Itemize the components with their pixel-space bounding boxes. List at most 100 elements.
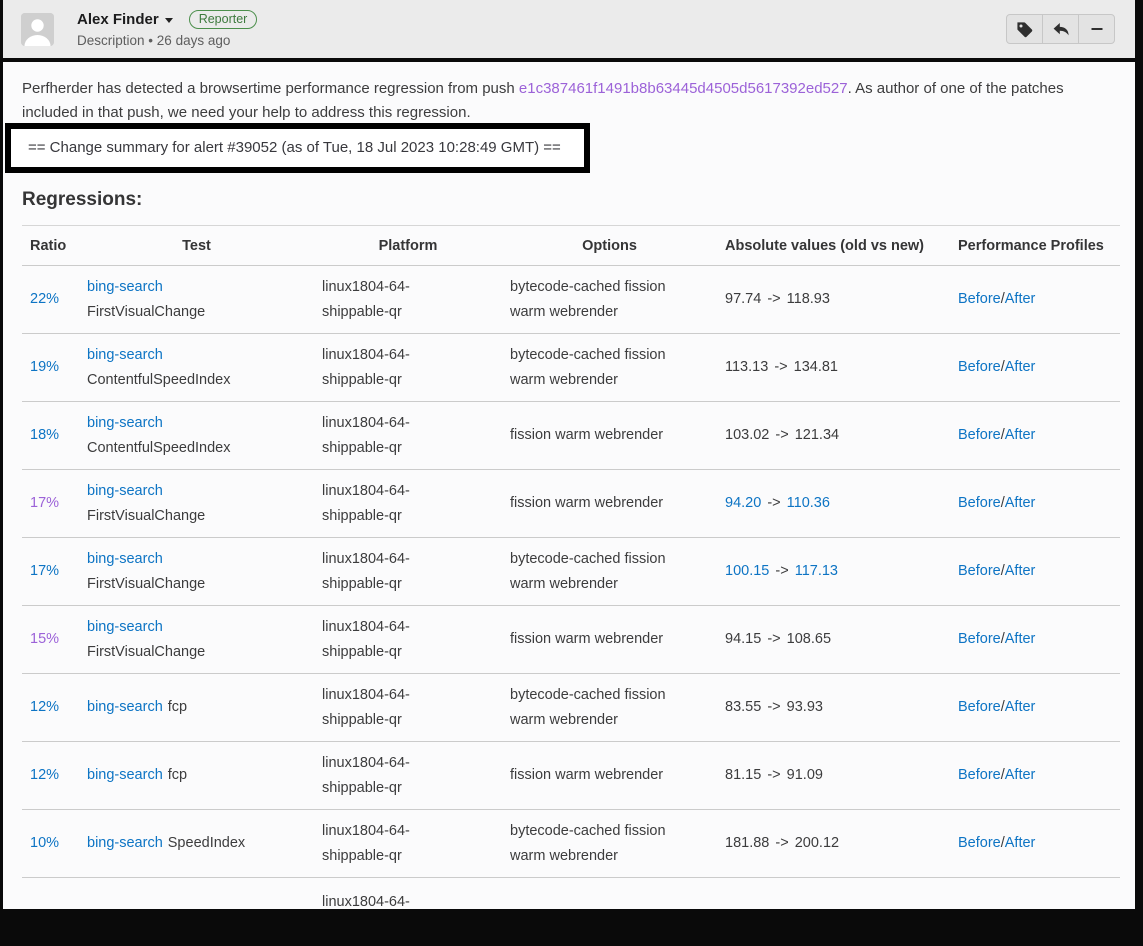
options-line-1: fission warm webrender — [510, 491, 717, 516]
platform-line-2: shippable-qr — [322, 844, 502, 869]
before-link[interactable]: Before — [958, 427, 1001, 443]
profiles-cell: Before/After — [950, 810, 1120, 878]
comment-actions — [1006, 14, 1115, 44]
new-value: 134.81 — [794, 359, 838, 375]
platform-line-1: linux1804-64- — [322, 615, 502, 640]
ratio-link[interactable]: 17% — [30, 563, 59, 579]
after-link[interactable]: After — [1005, 699, 1036, 715]
platform-line-1: linux1804-64- — [322, 890, 502, 915]
platform-cell: linux1804-64- shippable-qr — [314, 742, 502, 810]
before-link[interactable]: Before — [958, 563, 1001, 579]
platform-line-2: shippable-qr — [322, 708, 502, 733]
test-link[interactable]: bing-search — [87, 279, 163, 295]
profiles-cell: Before/After — [950, 606, 1120, 674]
old-value: 113.13 — [725, 359, 768, 375]
description-paragraph: Perfherder has detected a browsertime pe… — [22, 77, 1120, 125]
platform-line-1: linux1804-64- — [322, 275, 502, 300]
old-value[interactable]: 100.15 — [725, 563, 769, 579]
test-link[interactable]: bing-search — [87, 483, 163, 499]
before-link[interactable]: Before — [958, 359, 1001, 375]
ratio-link[interactable]: 10% — [30, 835, 59, 851]
ratio-link[interactable]: 18% — [30, 427, 59, 443]
new-value: 93.93 — [787, 699, 823, 715]
comment-meta: Description • 26 days ago — [77, 33, 257, 48]
comment-timestamp[interactable]: 26 days ago — [157, 33, 231, 48]
meta-separator: • — [148, 33, 153, 48]
platform-line-2: shippable-qr — [322, 436, 502, 461]
before-link[interactable]: Before — [958, 495, 1001, 511]
after-link[interactable]: After — [1005, 767, 1036, 783]
after-link[interactable]: After — [1005, 495, 1036, 511]
push-link[interactable]: e1c387461f1491b8b63445d4505d5617392ed527 — [519, 80, 848, 97]
avatar — [21, 13, 54, 46]
values-cell: 94.20 -> 110.36 — [717, 470, 950, 538]
table-row: 10% bing-searchSpeedIndex linux1804-64- … — [22, 810, 1120, 878]
platform-line-2: shippable-qr — [322, 776, 502, 801]
tag-button[interactable] — [1006, 14, 1043, 44]
arrow-text: -> — [772, 359, 789, 375]
ratio-link[interactable]: 12% — [30, 767, 59, 783]
before-link[interactable]: Before — [958, 631, 1001, 647]
arrow-text: -> — [765, 767, 782, 783]
chevron-down-icon — [165, 18, 173, 23]
change-summary-text: == Change summary for alert #39052 (as o… — [28, 139, 561, 156]
new-value[interactable]: 110.36 — [787, 495, 830, 511]
table-row: 22% bing-search FirstVisualChange linux18… — [22, 266, 1120, 334]
after-link[interactable]: After — [1005, 631, 1036, 647]
test-link[interactable]: bing-search — [87, 415, 163, 431]
after-link[interactable]: After — [1005, 563, 1036, 579]
test-suffix: FirstVisualChange — [87, 572, 314, 597]
arrow-text: -> — [765, 699, 782, 715]
collapse-button[interactable] — [1078, 14, 1115, 44]
test-suffix: FirstVisualChange — [87, 640, 314, 665]
after-link[interactable]: After — [1005, 427, 1036, 443]
ratio-link[interactable]: 15% — [30, 631, 59, 647]
values-cell: 81.15 -> 91.09 — [717, 742, 950, 810]
before-link[interactable]: Before — [958, 767, 1001, 783]
test-suffix: FirstVisualChange — [87, 300, 314, 325]
values-cell: 100.15 -> 117.13 — [717, 538, 950, 606]
options-cell: bytecode-cached fission warm webrender — [502, 266, 717, 334]
old-value: 83.55 — [725, 699, 761, 715]
ratio-link[interactable]: 17% — [30, 495, 59, 511]
before-link[interactable]: Before — [958, 835, 1001, 851]
header-ratio: Ratio — [22, 226, 79, 266]
change-summary-highlight: == Change summary for alert #39052 (as o… — [5, 123, 590, 173]
platform-line-1: linux1804-64- — [322, 819, 502, 844]
author-dropdown[interactable]: Alex Finder — [77, 11, 173, 28]
profiles-cell: Before/After — [950, 266, 1120, 334]
before-link[interactable]: Before — [958, 699, 1001, 715]
platform-line-2: shippable-qr — [322, 504, 502, 529]
ratio-link[interactable]: 12% — [30, 699, 59, 715]
test-link[interactable]: bing-search — [87, 767, 163, 783]
test-link[interactable]: bing-search — [87, 619, 163, 635]
test-link[interactable]: bing-search — [87, 835, 163, 851]
comment-card: Alex Finder Reporter Description • 26 da… — [3, 0, 1135, 909]
test-link[interactable]: bing-search — [87, 347, 163, 363]
table-row: 19% bing-searchContentfulSpeedIndex linu… — [22, 334, 1120, 402]
comment-type: Description — [77, 33, 145, 48]
after-link[interactable]: After — [1005, 291, 1036, 307]
before-link[interactable]: Before — [958, 291, 1001, 307]
ratio-link[interactable]: 22% — [30, 291, 59, 307]
paragraph-text-before: Perfherder has detected a browsertime pe… — [22, 80, 519, 97]
table-row: 15% bing-search FirstVisualChange linux18… — [22, 606, 1120, 674]
old-value[interactable]: 94.20 — [725, 495, 761, 511]
new-value: 108.65 — [787, 631, 831, 647]
test-suffix: FirstVisualChange — [87, 504, 314, 529]
reply-button[interactable] — [1042, 14, 1079, 44]
after-link[interactable]: After — [1005, 359, 1036, 375]
platform-line-2: shippable-qr — [322, 572, 502, 597]
options-cell: bytecode-cached fission warm webrender — [502, 334, 717, 402]
after-link[interactable]: After — [1005, 835, 1036, 851]
ratio-link[interactable]: 19% — [30, 359, 59, 375]
header-profiles: Performance Profiles — [950, 226, 1120, 266]
profiles-cell: Before/After — [950, 674, 1120, 742]
arrow-text: -> — [765, 495, 782, 511]
test-link[interactable]: bing-search — [87, 699, 163, 715]
table-row-partial: linux1804-64- — [22, 878, 1120, 946]
test-suffix: ContentfulSpeedIndex — [87, 436, 314, 461]
new-value[interactable]: 117.13 — [795, 563, 838, 579]
test-link[interactable]: bing-search — [87, 551, 163, 567]
platform-cell: linux1804-64- shippable-qr — [314, 334, 502, 402]
